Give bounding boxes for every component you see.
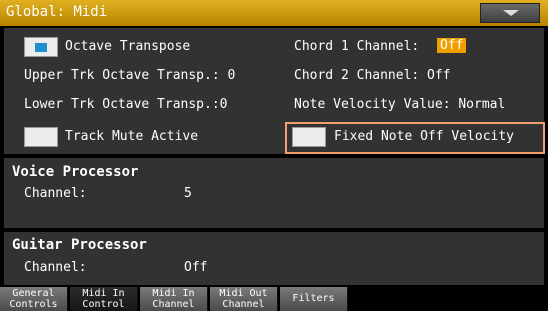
tab-label-line1: Midi In [152, 288, 195, 299]
voice-channel-value[interactable]: 5 [184, 186, 192, 201]
voice-processor-title: Voice Processor [12, 164, 139, 180]
page-menu-button[interactable] [480, 3, 540, 23]
guitar-processor-title: Guitar Processor [12, 237, 147, 253]
fixed-note-off-checkbox[interactable] [292, 127, 326, 147]
tab-general-controls[interactable]: General Controls [0, 287, 68, 311]
tab-midi-out-channel[interactable]: Midi Out Channel [210, 287, 278, 311]
fixed-note-off-label: Fixed Note Off Velocity [334, 129, 515, 144]
track-mute-label: Track Mute Active [65, 129, 199, 144]
tab-label-line1: Midi Out [219, 288, 268, 299]
tab-label-line1: Filters [292, 293, 335, 304]
tab-label-line2: Channel [152, 299, 195, 310]
tab-midi-in-control[interactable]: Midi In Control [70, 287, 138, 311]
guitar-channel-label: Channel: [24, 260, 87, 275]
lower-trk-octave-transpose[interactable]: Lower Trk Octave Transp.:0 [24, 97, 228, 112]
tab-label-line1: General [12, 288, 55, 299]
octave-transpose-checkbox[interactable] [24, 37, 58, 57]
tab-bar: General Controls Midi In Control Midi In… [0, 287, 548, 311]
track-mute-checkbox[interactable] [24, 127, 58, 147]
tab-label-line2: Controls [9, 299, 58, 310]
chord2-channel[interactable]: Chord 2 Channel: Off [294, 68, 451, 83]
chevron-down-icon [503, 10, 519, 16]
chord1-channel-label: Chord 1 Channel: [294, 39, 420, 54]
note-velocity-value[interactable]: Note Velocity Value: Normal [294, 97, 505, 112]
title-bar: Global: Midi [0, 0, 548, 26]
voice-channel-label: Channel: [24, 186, 87, 201]
tab-label-line2: Channel [222, 299, 265, 310]
page-title: Global: Midi [6, 4, 108, 20]
midi-settings-screen: Global: Midi Octave Transpose Upper Trk … [0, 0, 548, 311]
octave-transpose-label: Octave Transpose [65, 39, 191, 54]
upper-trk-octave-transpose[interactable]: Upper Trk Octave Transp.: 0 [24, 68, 235, 83]
tab-midi-in-channel[interactable]: Midi In Channel [140, 287, 208, 311]
tab-filters[interactable]: Filters [280, 287, 348, 311]
tab-label-line2: Control [82, 299, 125, 310]
chord1-channel-value[interactable]: Off [437, 38, 467, 53]
guitar-channel-value[interactable]: Off [184, 260, 207, 275]
tab-label-line1: Midi In [82, 288, 125, 299]
checkbox-checked-icon [35, 43, 47, 52]
